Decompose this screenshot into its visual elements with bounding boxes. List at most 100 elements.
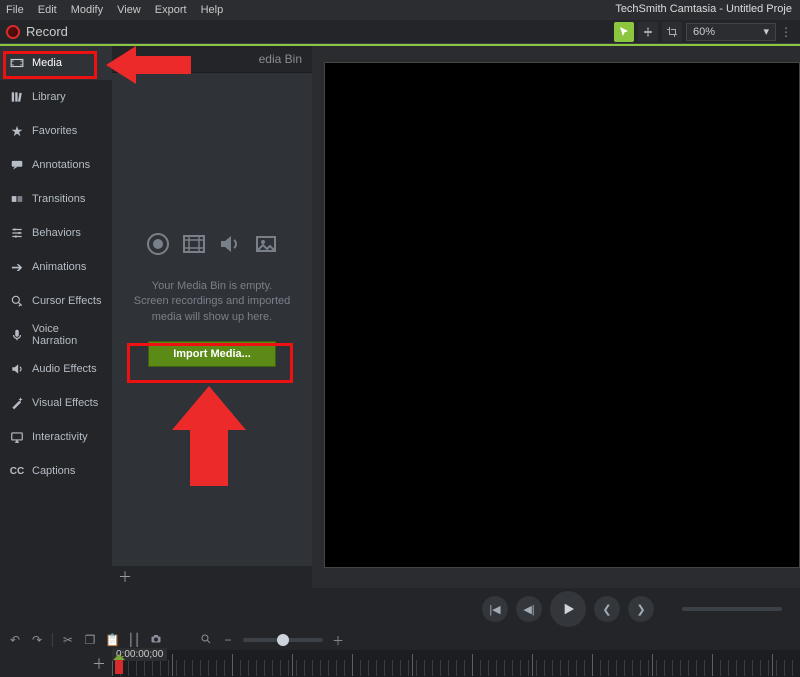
menu-export[interactable]: Export [155, 4, 187, 16]
squares-icon [10, 192, 24, 206]
screen-icon [10, 430, 24, 444]
wand-icon [10, 396, 24, 410]
timeline: ＋ 0:00:00;00 [0, 650, 800, 677]
panel-body: Your Media Bin is empty. Screen recordin… [112, 73, 312, 566]
zoom-fit-icon[interactable] [199, 633, 213, 648]
sidebar-item-behaviors[interactable]: Behaviors [0, 216, 112, 250]
sidebar-item-label: Annotations [32, 159, 90, 171]
prev-clip-button[interactable]: |◀ [482, 596, 508, 622]
sidebar-item-label: Captions [32, 465, 75, 477]
sidebar-item-audio-effects[interactable]: Audio Effects [0, 352, 112, 386]
copy-button[interactable]: ❐ [83, 633, 97, 647]
record-label: Record [26, 24, 68, 39]
menu-file[interactable]: File [6, 4, 24, 16]
sidebar-item-library[interactable]: Library [0, 80, 112, 114]
arrow-right-icon: ➔ [10, 260, 24, 274]
callout-icon [10, 158, 24, 172]
record-button[interactable]: Record [6, 24, 68, 39]
speaker-icon [10, 362, 24, 376]
main-area: Media Library ★ Favorites Annotations Tr… [0, 44, 800, 588]
import-media-button[interactable]: Import Media... [148, 341, 276, 367]
sidebar-item-favorites[interactable]: ★ Favorites [0, 114, 112, 148]
canvas-zoom-select[interactable]: 60% ▾ [686, 23, 776, 41]
record-icon [6, 25, 20, 39]
step-back-button[interactable]: ◀| [516, 596, 542, 622]
empty-state-icons [146, 232, 278, 261]
sidebar-item-label: Cursor Effects [32, 295, 102, 307]
sidebar-item-label: Animations [32, 261, 86, 273]
empty-message: Your Media Bin is empty. Screen recordin… [134, 279, 291, 325]
zoom-track[interactable] [243, 638, 323, 642]
timeline-tools: ↶ ↷ ✂ ❐ 📋 ⎮⎮ − ＋ [0, 630, 800, 650]
sidebar-item-label: Library [32, 91, 66, 103]
pan-tool-button[interactable] [638, 22, 658, 42]
menu-modify[interactable]: Modify [71, 4, 103, 16]
preview-canvas[interactable] [324, 62, 800, 568]
panel-footer: ＋ [112, 566, 312, 588]
film-icon [10, 56, 24, 70]
more-icon[interactable]: ⋮ [780, 22, 792, 42]
sidebar-item-transitions[interactable]: Transitions [0, 182, 112, 216]
magnify-icon [10, 294, 24, 308]
next-clip-button[interactable]: ❯ [628, 596, 654, 622]
step-fwd-button[interactable]: ❮ [594, 596, 620, 622]
split-button[interactable]: ⎮⎮ [127, 633, 141, 647]
sidebar-item-label: Favorites [32, 125, 77, 137]
record-icon [146, 232, 170, 261]
canvas-area [312, 46, 800, 588]
books-icon [10, 90, 24, 104]
sidebar-item-voice-narration[interactable]: Voice Narration [0, 318, 112, 352]
zoom-in-button[interactable]: ＋ [331, 632, 345, 649]
playhead[interactable] [115, 660, 123, 674]
audio-icon [218, 232, 242, 261]
film-icon [182, 232, 206, 261]
cut-button[interactable]: ✂ [61, 633, 75, 647]
sidebar-item-annotations[interactable]: Annotations [0, 148, 112, 182]
sidebar-item-visual-effects[interactable]: Visual Effects [0, 386, 112, 420]
window-title: TechSmith Camtasia - Untitled Proje [615, 3, 792, 15]
playback-controls: |◀ ◀| ❮ ❯ [0, 588, 800, 630]
separator [52, 633, 53, 647]
record-row: Record 60% ▾ ⋮ [0, 20, 800, 44]
star-icon: ★ [10, 124, 24, 138]
zoom-value: 60% [693, 26, 715, 38]
sidebar-item-label: Voice Narration [32, 323, 102, 347]
select-tool-button[interactable] [614, 22, 634, 42]
zoom-out-button[interactable]: − [221, 633, 235, 647]
sidebar-item-captions[interactable]: CC Captions [0, 454, 112, 488]
sliders-icon [10, 226, 24, 240]
sidebar-item-label: Visual Effects [32, 397, 98, 409]
timeline-zoom-slider[interactable]: − ＋ [199, 632, 345, 649]
timeline-ruler[interactable]: 0:00:00;00 [112, 650, 800, 677]
cc-icon: CC [10, 464, 24, 478]
panel-header: edia Bin [112, 46, 312, 73]
undo-button[interactable]: ↶ [8, 633, 22, 647]
canvas-controls: 60% ▾ ⋮ [614, 22, 792, 42]
sidebar-item-label: Behaviors [32, 227, 81, 239]
add-media-button[interactable]: ＋ [118, 567, 132, 587]
mic-icon [10, 328, 24, 342]
volume-slider[interactable] [682, 607, 782, 611]
camera-icon[interactable] [149, 633, 163, 648]
menu-view[interactable]: View [117, 4, 141, 16]
sidebar-item-label: Audio Effects [32, 363, 97, 375]
media-panel: edia Bin Your Media Bin is empty. Screen… [112, 46, 312, 588]
track-header: ＋ [0, 650, 112, 677]
play-button[interactable] [550, 591, 586, 627]
sidebar-item-animations[interactable]: ➔ Animations [0, 250, 112, 284]
crop-tool-button[interactable] [662, 22, 682, 42]
image-icon [254, 232, 278, 261]
sidebar-item-media[interactable]: Media [0, 46, 112, 80]
zoom-knob[interactable] [277, 634, 289, 646]
menu-help[interactable]: Help [201, 4, 224, 16]
chevron-down-icon: ▾ [763, 25, 769, 38]
sidebar-item-label: Interactivity [32, 431, 88, 443]
sidebar-item-interactivity[interactable]: Interactivity [0, 420, 112, 454]
sidebar-item-cursor-effects[interactable]: Cursor Effects [0, 284, 112, 318]
paste-button[interactable]: 📋 [105, 633, 119, 647]
redo-button[interactable]: ↷ [30, 633, 44, 647]
sidebar-item-label: Media [32, 57, 62, 69]
menu-edit[interactable]: Edit [38, 4, 57, 16]
add-track-button[interactable]: ＋ [92, 654, 106, 674]
sidebar: Media Library ★ Favorites Annotations Tr… [0, 46, 112, 588]
